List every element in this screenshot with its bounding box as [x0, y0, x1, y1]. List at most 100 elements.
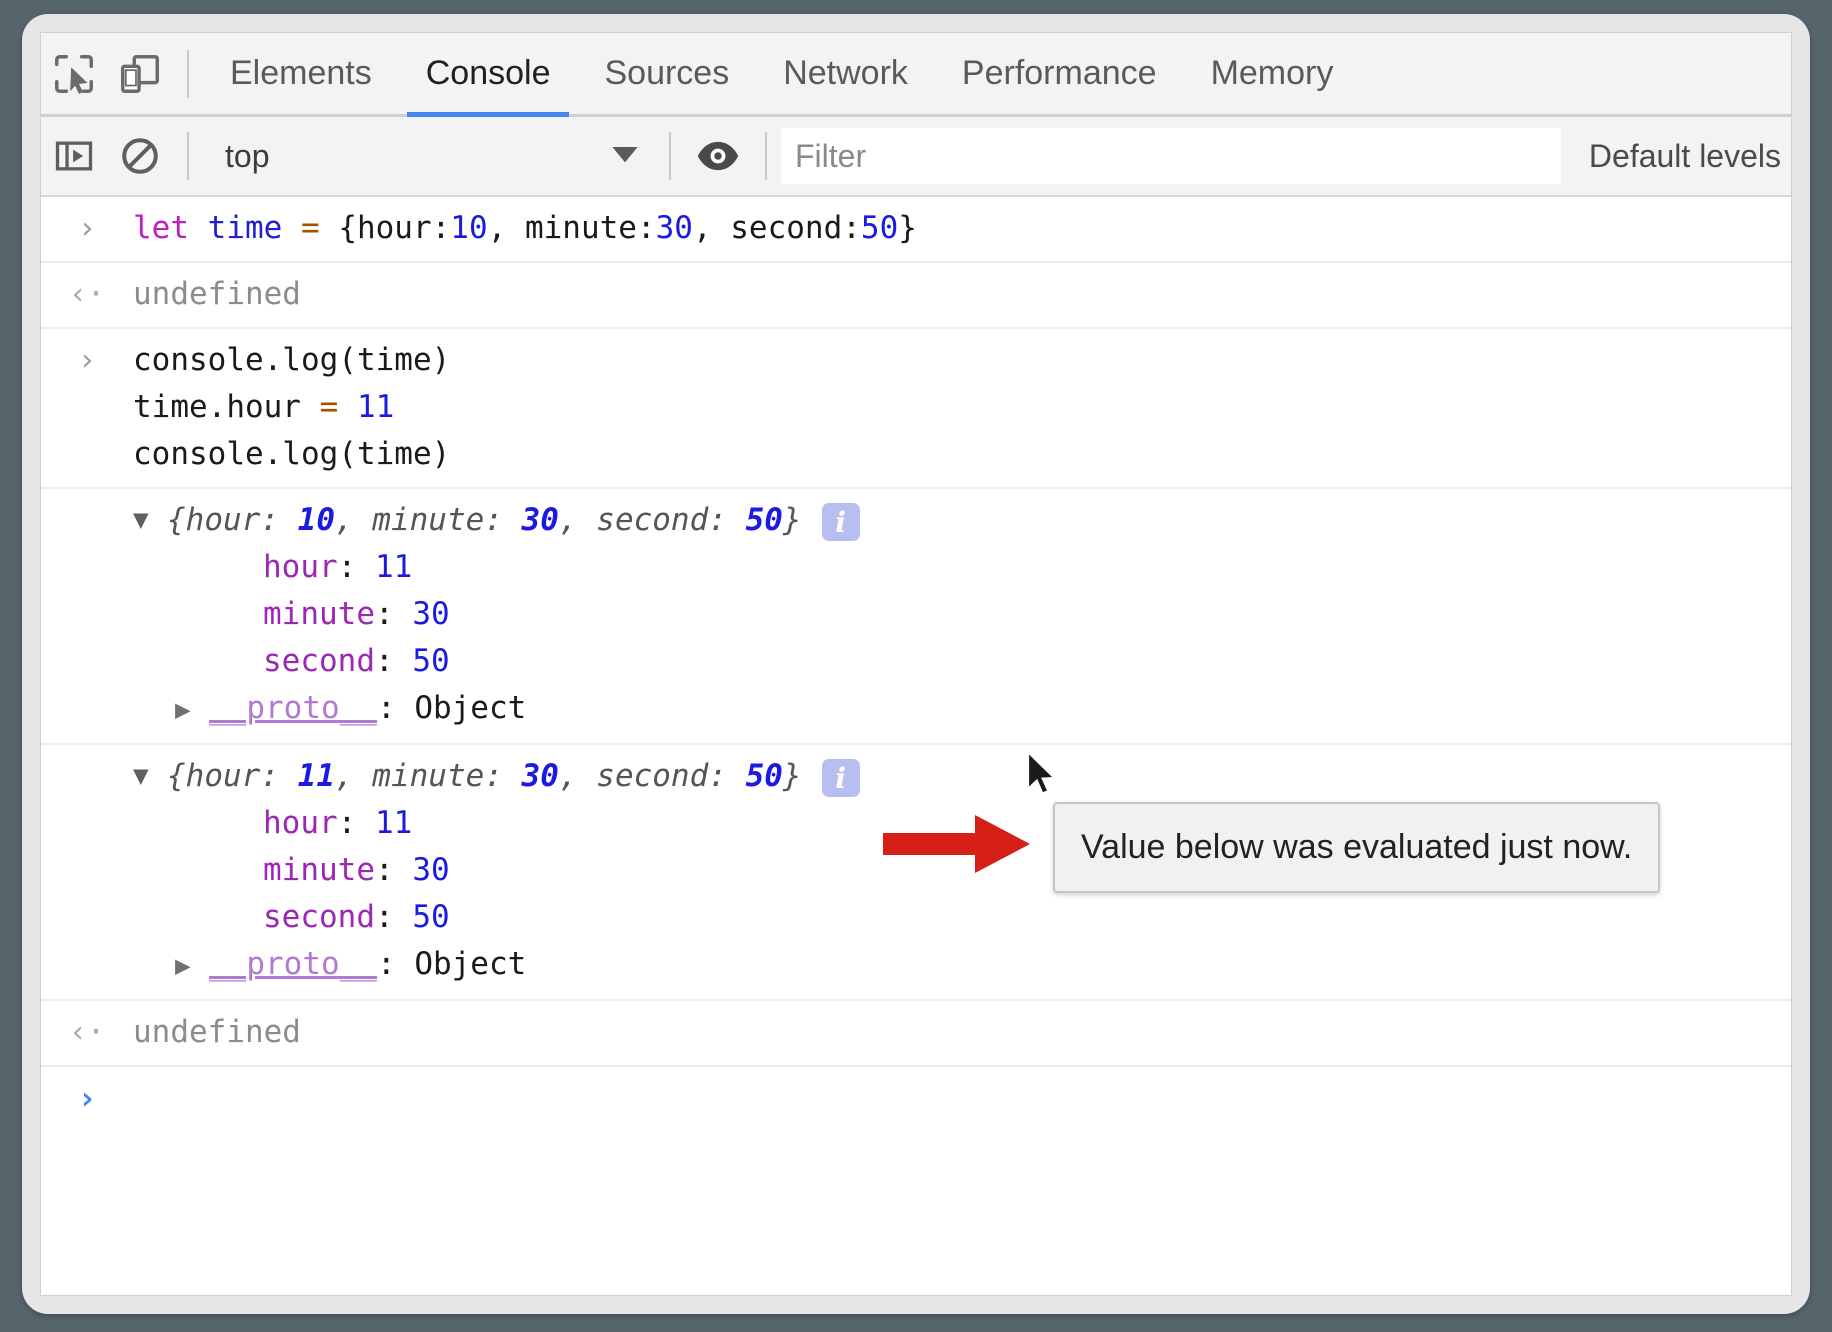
object-property-row[interactable]: second: 50	[133, 638, 1771, 685]
code-token: =	[282, 210, 338, 246]
browser-window-frame: Elements Console Sources Network Perform…	[22, 14, 1810, 1314]
proto-value: Object	[414, 946, 526, 982]
console-result-text: undefined	[41, 271, 1791, 318]
property-name: minute	[263, 852, 375, 888]
code-token: {hour:	[167, 502, 298, 538]
object-preview-text: {hour: 10, minute: 30, second: 50}	[167, 497, 802, 544]
code-token: console.log(time)	[133, 436, 450, 472]
object-preview-line[interactable]: ▼{hour: 11, minute: 30, second: 50} i	[133, 753, 1771, 800]
proto-separator: :	[377, 946, 414, 982]
red-pointer-arrow	[883, 813, 1031, 875]
code-token: {hour:	[338, 210, 450, 246]
active-prompt-icon: ›	[61, 1075, 113, 1122]
object-preview-line[interactable]: ▼{hour: 10, minute: 30, second: 50} i	[133, 497, 1771, 544]
property-value: 11	[375, 805, 412, 841]
filter-divider-2	[669, 132, 671, 180]
code-token: 30	[656, 210, 693, 246]
console-result-text: undefined	[41, 1009, 1791, 1056]
tab-network[interactable]: Network	[756, 33, 935, 114]
result-arrow-icon: ‹·	[61, 271, 113, 318]
code-token: , minute:	[488, 210, 656, 246]
live-expression-icon[interactable]	[685, 125, 751, 187]
console-input-line: console.log(time)	[133, 337, 1771, 384]
property-separator: :	[375, 596, 412, 632]
console-input-row[interactable]: ›console.log(time)time.hour = 11console.…	[41, 329, 1791, 489]
property-value: 30	[412, 852, 449, 888]
undefined-value: undefined	[133, 276, 301, 312]
code-token: , second:	[693, 210, 861, 246]
code-token: }	[783, 502, 802, 538]
property-separator: :	[375, 643, 412, 679]
console-filter-toolbar: top Default levels	[41, 117, 1791, 197]
show-console-sidebar-icon[interactable]	[41, 125, 107, 187]
proto-name[interactable]: __proto__	[209, 690, 377, 726]
log-levels-dropdown[interactable]: Default levels	[1569, 138, 1791, 175]
code-token: 50	[746, 502, 783, 538]
code-token: 30	[522, 502, 559, 538]
filter-divider-1	[187, 132, 189, 180]
object-property-row[interactable]: second: 50	[133, 894, 1771, 941]
devtools-tabbar: Elements Console Sources Network Perform…	[41, 33, 1791, 117]
input-prompt-icon: ›	[61, 205, 113, 252]
tab-elements[interactable]: Elements	[203, 33, 399, 114]
console-result-row[interactable]: ‹·undefined	[41, 1001, 1791, 1067]
property-name: second	[263, 899, 375, 935]
expand-triangle-icon[interactable]: ▼	[133, 497, 167, 544]
code-token: 50	[861, 210, 898, 246]
expand-triangle-icon[interactable]: ▼	[133, 753, 167, 800]
console-prompt-input	[41, 1075, 1791, 1122]
property-name: minute	[263, 596, 375, 632]
code-token: , minute:	[335, 502, 522, 538]
device-toolbar-icon[interactable]	[107, 43, 173, 105]
property-name: hour	[263, 549, 338, 585]
code-token: , second:	[559, 502, 746, 538]
proto-row[interactable]: ▶__proto__: Object	[133, 685, 1771, 734]
inspect-element-icon[interactable]	[41, 43, 107, 105]
collapse-triangle-icon[interactable]: ▶	[175, 943, 209, 990]
object-property-row[interactable]: hour: 11	[133, 544, 1771, 591]
toolbar-divider	[187, 50, 189, 98]
tab-console[interactable]: Console	[399, 33, 578, 114]
code-token: let	[133, 210, 208, 246]
console-input-text: console.log(time) time.hour = 11 console.l…	[41, 337, 1791, 478]
code-token: , minute:	[335, 758, 522, 794]
code-token: }	[783, 758, 802, 794]
console-output[interactable]: ›let time = {hour:10, minute:30, second:…	[41, 197, 1791, 1295]
info-badge-icon[interactable]: i	[822, 503, 860, 541]
property-value: 50	[412, 899, 449, 935]
undefined-value: undefined	[133, 1014, 301, 1050]
tab-memory[interactable]: Memory	[1184, 33, 1361, 114]
clear-console-icon[interactable]	[107, 125, 173, 187]
proto-row[interactable]: ▶__proto__: Object	[133, 941, 1771, 990]
console-prompt-row[interactable]: ›	[41, 1067, 1791, 1131]
filter-input[interactable]	[781, 128, 1561, 184]
code-token: }	[898, 210, 917, 246]
code-token: console.log(time)	[133, 342, 450, 378]
console-result-row[interactable]: ‹· undefined	[41, 263, 1791, 329]
code-token: 10	[450, 210, 487, 246]
execution-context-selector[interactable]: top	[203, 117, 655, 195]
console-input-line: console.log(time)	[133, 431, 1771, 478]
property-separator: :	[338, 805, 375, 841]
property-separator: :	[375, 899, 412, 935]
console-input-line: time.hour = 11	[133, 384, 1771, 431]
object-tree: ▼{hour: 10, minute: 30, second: 50}ihour…	[41, 497, 1791, 734]
devtools-panel: Elements Console Sources Network Perform…	[40, 32, 1792, 1296]
info-badge-icon[interactable]: i	[822, 759, 860, 797]
console-object-row[interactable]: ▼{hour: 10, minute: 30, second: 50}ihour…	[41, 489, 1791, 745]
tab-sources[interactable]: Sources	[577, 33, 756, 114]
execution-context-label: top	[225, 138, 269, 175]
proto-name[interactable]: __proto__	[209, 946, 377, 982]
code-token: time.hour	[133, 389, 320, 425]
property-separator: :	[338, 549, 375, 585]
console-input-row[interactable]: ›let time = {hour:10, minute:30, second:…	[41, 197, 1791, 263]
property-value: 30	[412, 596, 449, 632]
property-separator: :	[375, 852, 412, 888]
object-property-row[interactable]: minute: 30	[133, 591, 1771, 638]
object-preview-text: {hour: 11, minute: 30, second: 50}	[167, 753, 802, 800]
collapse-triangle-icon[interactable]: ▶	[175, 687, 209, 734]
filter-divider-3	[765, 132, 767, 180]
tab-performance[interactable]: Performance	[935, 33, 1184, 114]
property-name: hour	[263, 805, 338, 841]
proto-separator: :	[377, 690, 414, 726]
